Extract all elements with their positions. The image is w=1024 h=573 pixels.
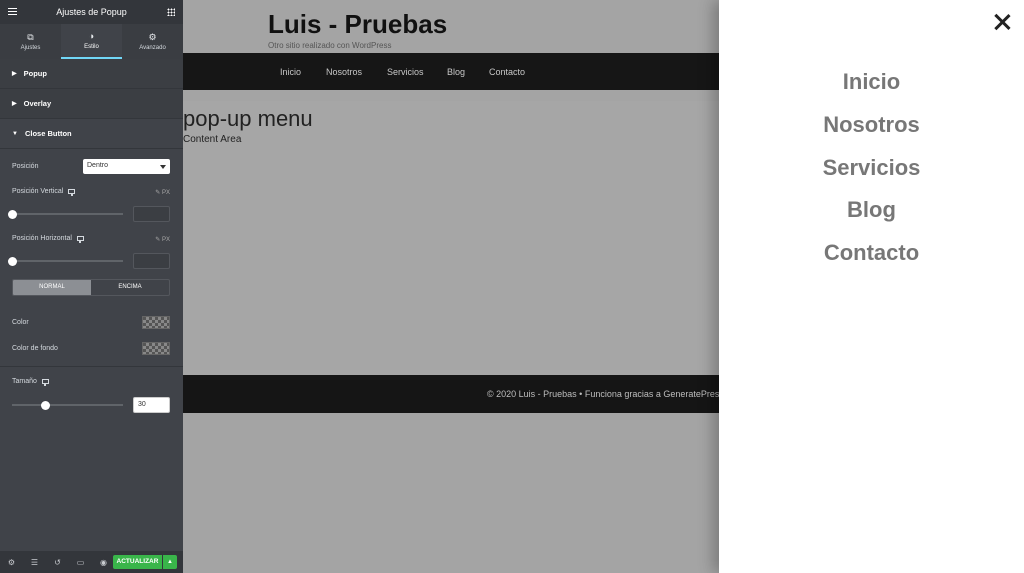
size-label: Tamaño bbox=[12, 378, 171, 386]
layers-icon[interactable]: ☰ bbox=[23, 558, 46, 567]
popup-link-blog[interactable]: Blog bbox=[719, 197, 1024, 223]
section-close-button-label: Close Button bbox=[24, 129, 72, 138]
page-content: Content Area bbox=[183, 134, 242, 145]
section-popup-label: Popup bbox=[23, 69, 47, 78]
size-input[interactable]: 30 bbox=[133, 397, 170, 413]
site-description: Otro sitio realizado con WordPress bbox=[268, 41, 392, 50]
vertical-input[interactable] bbox=[133, 206, 170, 222]
section-popup[interactable]: ▶ Popup bbox=[0, 59, 183, 89]
vertical-unit-text: PX bbox=[161, 190, 170, 196]
hamburger-icon[interactable] bbox=[8, 8, 17, 15]
panel-tabs: ⧉ Ajustes ◑ Estilo ⚙ Avanzado bbox=[0, 24, 183, 59]
nav-nosotros[interactable]: Nosotros bbox=[326, 67, 362, 77]
gear-icon: ⚙ bbox=[148, 32, 157, 42]
popup-link-nosotros[interactable]: Nosotros bbox=[719, 112, 1024, 138]
half-circle-icon: ◑ bbox=[88, 31, 95, 41]
update-options-icon[interactable]: ▲ bbox=[163, 555, 177, 569]
popup-link-contacto[interactable]: Contacto bbox=[719, 240, 1024, 266]
color-picker[interactable] bbox=[142, 316, 170, 329]
site-main-content: pop-up menu Content Area bbox=[183, 101, 719, 375]
page-title: pop-up menu bbox=[183, 106, 313, 131]
settings-gear-icon[interactable]: ⚙ bbox=[0, 558, 23, 567]
horizontal-input[interactable] bbox=[133, 253, 170, 269]
tab-normal[interactable]: NORMAL bbox=[13, 280, 91, 295]
tab-encima[interactable]: ENCIMA bbox=[91, 280, 169, 295]
state-tabs: NORMAL ENCIMA bbox=[12, 279, 170, 296]
preview-eye-icon[interactable]: ◉ bbox=[92, 558, 115, 567]
caret-right-icon: ▶ bbox=[12, 71, 17, 77]
tab-avanzado-label: Avanzado bbox=[139, 45, 166, 51]
vertical-position-text: Posición Vertical bbox=[12, 188, 64, 195]
footer-copyright: © 2020 Luis - Pruebas • Funciona gracias… bbox=[487, 389, 724, 399]
popup-menu: Inicio Nosotros Servicios Blog Contacto bbox=[719, 0, 1024, 573]
window-icon: ⧉ bbox=[27, 32, 34, 42]
horizontal-slider-track[interactable] bbox=[8, 256, 123, 266]
nav-inicio[interactable]: Inicio bbox=[280, 67, 301, 77]
nav-blog[interactable]: Blog bbox=[447, 67, 465, 77]
desktop-icon[interactable] bbox=[41, 378, 49, 386]
panel-header: Ajustes de Popup bbox=[0, 0, 183, 24]
panel-title: Ajustes de Popup bbox=[56, 7, 127, 17]
tab-ajustes[interactable]: ⧉ Ajustes bbox=[0, 24, 61, 59]
responsive-desktop-icon[interactable]: ▭ bbox=[69, 558, 92, 567]
vertical-slider-track[interactable] bbox=[8, 209, 123, 219]
desktop-icon[interactable] bbox=[68, 188, 76, 196]
history-icon[interactable]: ↺ bbox=[46, 558, 69, 567]
horizontal-slider-handle[interactable] bbox=[8, 256, 17, 266]
site-title[interactable]: Luis - Pruebas bbox=[268, 9, 447, 40]
site-footer: © 2020 Luis - Pruebas • Funciona gracias… bbox=[183, 375, 724, 413]
size-slider-track[interactable] bbox=[12, 400, 123, 410]
popup-link-inicio[interactable]: Inicio bbox=[719, 69, 1024, 95]
tab-estilo[interactable]: ◑ Estilo bbox=[61, 24, 122, 59]
panel-empty-area bbox=[0, 420, 183, 551]
close-icon[interactable] bbox=[993, 13, 1011, 31]
vertical-unit[interactable]: ✎ PX bbox=[155, 189, 170, 196]
caret-down-icon: ▼ bbox=[12, 130, 18, 137]
horizontal-unit-text: PX bbox=[161, 237, 170, 243]
divider bbox=[0, 366, 183, 367]
update-button[interactable]: ACTUALIZAR bbox=[113, 555, 162, 569]
section-overlay[interactable]: ▶ Overlay bbox=[0, 89, 183, 119]
size-label-text: Tamaño bbox=[12, 378, 37, 385]
bg-color-picker[interactable] bbox=[142, 342, 170, 355]
site-navigation: Inicio Nosotros Servicios Blog Contacto bbox=[183, 53, 719, 90]
chevron-down-icon bbox=[160, 165, 166, 169]
horizontal-position-text: Posición Horizontal bbox=[12, 235, 72, 242]
caret-right-icon: ▶ bbox=[12, 101, 17, 107]
popup-link-servicios[interactable]: Servicios bbox=[719, 155, 1024, 181]
widgets-grid-icon[interactable] bbox=[167, 8, 175, 16]
panel-footer: ⚙ ☰ ↺ ▭ ◉ ACTUALIZAR ▲ bbox=[0, 551, 183, 573]
nav-servicios[interactable]: Servicios bbox=[387, 67, 424, 77]
position-select-value: Dentro bbox=[87, 162, 109, 169]
site-header: Luis - Pruebas Otro sitio realizado con … bbox=[183, 0, 719, 53]
nav-contacto[interactable]: Contacto bbox=[489, 67, 525, 77]
editor-panel: Ajustes de Popup ⧉ Ajustes ◑ Estilo ⚙ Av… bbox=[0, 0, 183, 573]
horizontal-unit[interactable]: ✎ PX bbox=[155, 236, 170, 243]
size-slider-handle[interactable] bbox=[41, 400, 50, 410]
section-close-button[interactable]: ▼ Close Button bbox=[0, 119, 183, 149]
horizontal-position-label: Posición Horizontal bbox=[12, 235, 171, 243]
section-overlay-label: Overlay bbox=[23, 99, 52, 108]
tab-avanzado[interactable]: ⚙ Avanzado bbox=[122, 24, 183, 59]
desktop-icon[interactable] bbox=[76, 235, 84, 243]
site-preview: Luis - Pruebas Otro sitio realizado con … bbox=[183, 0, 724, 573]
tab-estilo-label: Estilo bbox=[84, 44, 99, 50]
position-select[interactable]: Dentro bbox=[83, 159, 170, 174]
vertical-slider-handle[interactable] bbox=[8, 209, 17, 219]
tab-ajustes-label: Ajustes bbox=[20, 45, 41, 51]
vertical-position-label: Posición Vertical bbox=[12, 188, 171, 196]
